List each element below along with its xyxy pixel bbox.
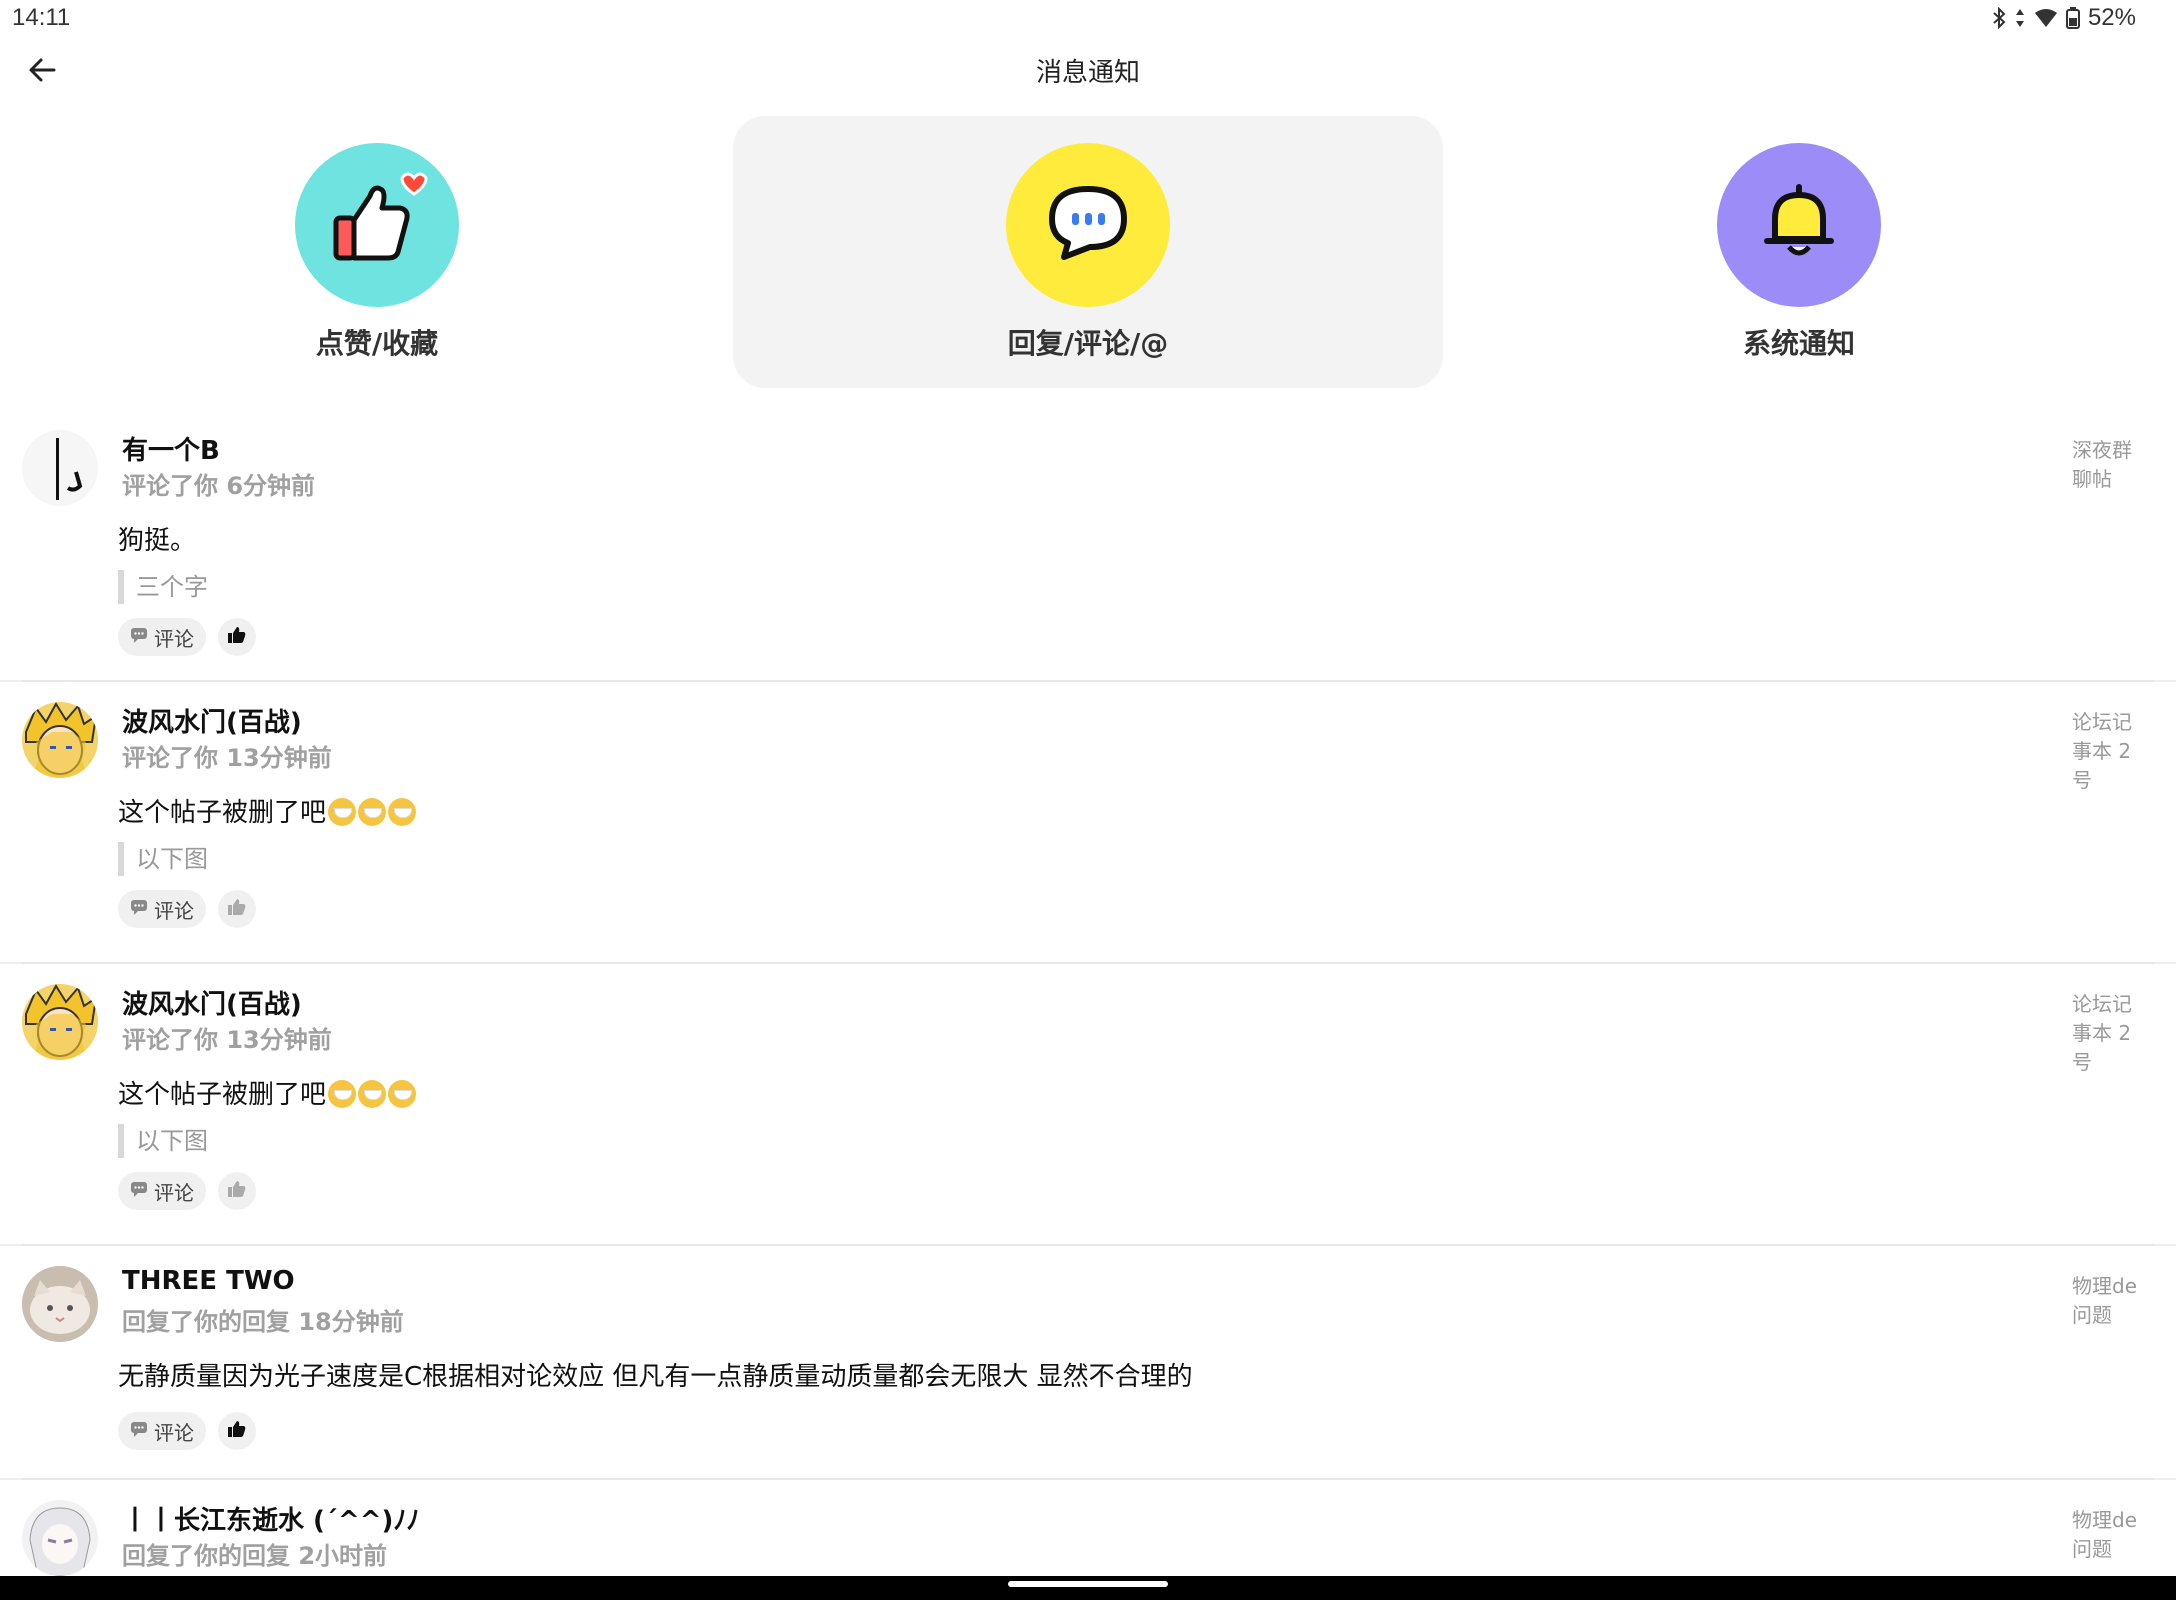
replies-circle [1006,143,1170,307]
quoted-text: 以下图 [118,842,208,876]
user-name[interactable]: THREE TWO [122,1266,295,1296]
title-bar: 消息通知 [0,38,2176,102]
list-item[interactable]: 有一个B 评论了你 6分钟前 深夜群聊帖 狗挺。 三个字 评论 [0,410,2176,682]
comment-text: 这个帖子被删了吧 [118,1080,327,1110]
notification-list: 有一个B 评论了你 6分钟前 深夜群聊帖 狗挺。 三个字 评论 波风水门(百战)… [0,410,2176,1600]
list-item[interactable]: 波风水门(百战) 评论了你 13分钟前 论坛记事本 2 号 这个帖子被删了吧 以… [0,964,2176,1246]
comment-button[interactable]: 评论 [118,1412,206,1450]
category-tabs: 点赞/收藏 回复/评论/@ 系统通知 [0,116,2176,388]
notification-meta: 评论了你 13分钟前 [122,1026,332,1054]
data-arrows-icon [2014,7,2026,29]
emoji-icon [388,1080,417,1108]
source-post[interactable]: 深夜群聊帖 [2072,436,2142,494]
thumbs-up-icon [227,1179,247,1203]
status-bar: 14:11 52% [0,0,2176,38]
like-button[interactable] [218,1172,256,1210]
page-title: 消息通知 [1035,58,1140,88]
home-indicator[interactable] [1008,1581,1168,1587]
comment-button-label: 评论 [154,898,194,923]
thumbs-up-icon [227,1419,247,1443]
system-circle [1717,143,1881,307]
avatar[interactable] [22,1266,98,1342]
chat-bubble-icon [1038,173,1138,277]
comment-button[interactable]: 评论 [118,618,206,656]
emoji-icon [358,798,387,826]
source-post[interactable]: 论坛记事本 2 号 [2072,990,2142,1077]
avatar[interactable] [22,702,98,778]
comment-content: 这个帖子被删了吧 [118,1074,417,1111]
action-row: 评论 [118,1412,256,1450]
comment-button[interactable]: 评论 [118,1172,206,1210]
battery-icon [2065,7,2080,29]
action-row: 评论 [118,890,256,928]
emoji-icon [388,798,417,826]
user-name[interactable]: 丨丨长江东逝水 (´^^)ﾉﾉ [122,1500,419,1537]
notification-meta: 回复了你的回复 2小时前 [122,1542,388,1570]
tab-system-label: 系统通知 [1742,327,1855,360]
action-row: 评论 [118,1172,256,1210]
comment-button-label: 评论 [154,1180,194,1205]
list-item[interactable]: THREE TWO 回复了你的回复 18分钟前 物理de问题 无静质量因为光子速… [0,1246,2176,1480]
thumbs-up-icon [227,897,247,921]
emoji-icon [328,1080,357,1108]
comment-icon [130,1419,148,1443]
comment-button[interactable]: 评论 [118,890,206,928]
like-button[interactable] [218,618,256,656]
comment-icon [130,1179,148,1203]
bell-icon [1749,173,1849,277]
bluetooth-icon [1992,7,2006,29]
list-item[interactable]: 波风水门(百战) 评论了你 13分钟前 论坛记事本 2 号 这个帖子被删了吧 以… [0,682,2176,964]
notification-meta: 评论了你 6分钟前 [122,472,316,500]
emoji-icon [328,798,357,826]
app-root: 14:11 52% 消息通知 点赞/收藏 回复/评论/@ 系统通知 有一个B 评… [0,0,2176,1600]
comment-icon [130,625,148,649]
emoji-icon [358,1080,387,1108]
like-button[interactable] [218,1412,256,1450]
comment-text: 这个帖子被删了吧 [118,798,327,828]
notification-meta: 回复了你的回复 18分钟前 [122,1308,404,1336]
avatar[interactable] [22,1500,98,1576]
comment-content: 无静质量因为光子速度是C根据相对论效应 但凡有一点静质量动质量都会无限大 显然不… [118,1362,1193,1392]
wifi-icon [2034,8,2058,28]
quoted-text: 三个字 [118,570,208,604]
likes-circle [295,143,459,307]
quoted-text: 以下图 [118,1124,208,1158]
like-button[interactable] [218,890,256,928]
source-post[interactable]: 论坛记事本 2 号 [2072,708,2142,795]
tab-likes-label: 点赞/收藏 [315,327,439,360]
comment-button-label: 评论 [154,626,194,651]
battery-percent: 52% [2087,4,2136,31]
action-row: 评论 [118,618,256,656]
user-name[interactable]: 波风水门(百战) [122,702,302,739]
thumbs-up-heart-icon [322,168,432,282]
comment-button-label: 评论 [154,1420,194,1445]
avatar[interactable] [22,430,98,506]
tab-replies-label: 回复/评论/@ [1007,327,1169,360]
status-time: 14:11 [12,4,71,31]
thumbs-up-icon [227,625,247,649]
user-name[interactable]: 波风水门(百战) [122,984,302,1021]
avatar[interactable] [22,984,98,1060]
tab-replies-comments[interactable]: 回复/评论/@ [733,116,1443,388]
status-icons: 52% [1992,4,2136,32]
source-post[interactable]: 物理de问题 [2072,1506,2142,1564]
comment-icon [130,897,148,921]
source-post[interactable]: 物理de问题 [2072,1272,2142,1330]
notification-meta: 评论了你 13分钟前 [122,744,332,772]
navigation-bar [0,1576,2176,1600]
user-name[interactable]: 有一个B [122,430,220,467]
comment-content: 狗挺。 [118,526,197,556]
tab-likes-favorites[interactable]: 点赞/收藏 [22,116,732,388]
comment-content: 这个帖子被删了吧 [118,792,417,829]
tab-system-notifications[interactable]: 系统通知 [1444,116,2154,388]
